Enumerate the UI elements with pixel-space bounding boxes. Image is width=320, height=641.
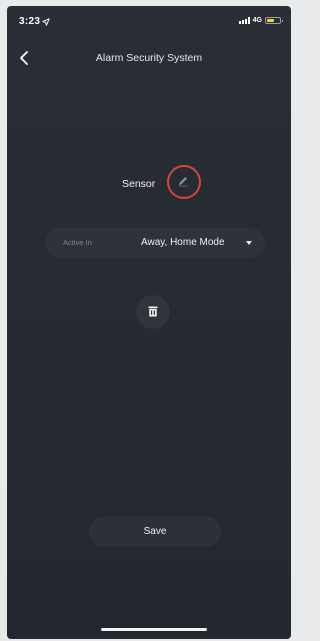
sensor-name: Sensor	[122, 178, 156, 190]
network-label: 4G	[252, 17, 262, 24]
status-indicators: 4G	[238, 17, 283, 24]
delete-button[interactable]	[136, 295, 170, 329]
phone-screen: 3:23 4G Alarm Security System Sensor Act…	[7, 6, 291, 639]
status-time: 3:23	[19, 16, 41, 27]
nav-bar: Alarm Security System	[7, 46, 291, 70]
location-arrow-icon	[42, 18, 50, 26]
edit-name-button[interactable]	[167, 165, 201, 199]
home-indicator[interactable]	[101, 628, 207, 631]
save-button[interactable]: Save	[89, 516, 221, 547]
battery-icon	[265, 17, 283, 24]
page-title: Alarm Security System	[95, 52, 203, 64]
active-in-label: Active In	[63, 238, 92, 247]
signal-icon	[238, 17, 250, 24]
caret-down-icon	[246, 241, 252, 245]
pencil-icon	[179, 177, 188, 187]
status-bar: 3:23 4G	[7, 6, 291, 34]
sensor-name-row: Sensor	[7, 165, 291, 199]
active-in-selector[interactable]: Active In Away, Home Mode	[45, 228, 265, 258]
active-in-value: Away, Home Mode	[141, 237, 225, 248]
trash-icon	[148, 306, 158, 317]
